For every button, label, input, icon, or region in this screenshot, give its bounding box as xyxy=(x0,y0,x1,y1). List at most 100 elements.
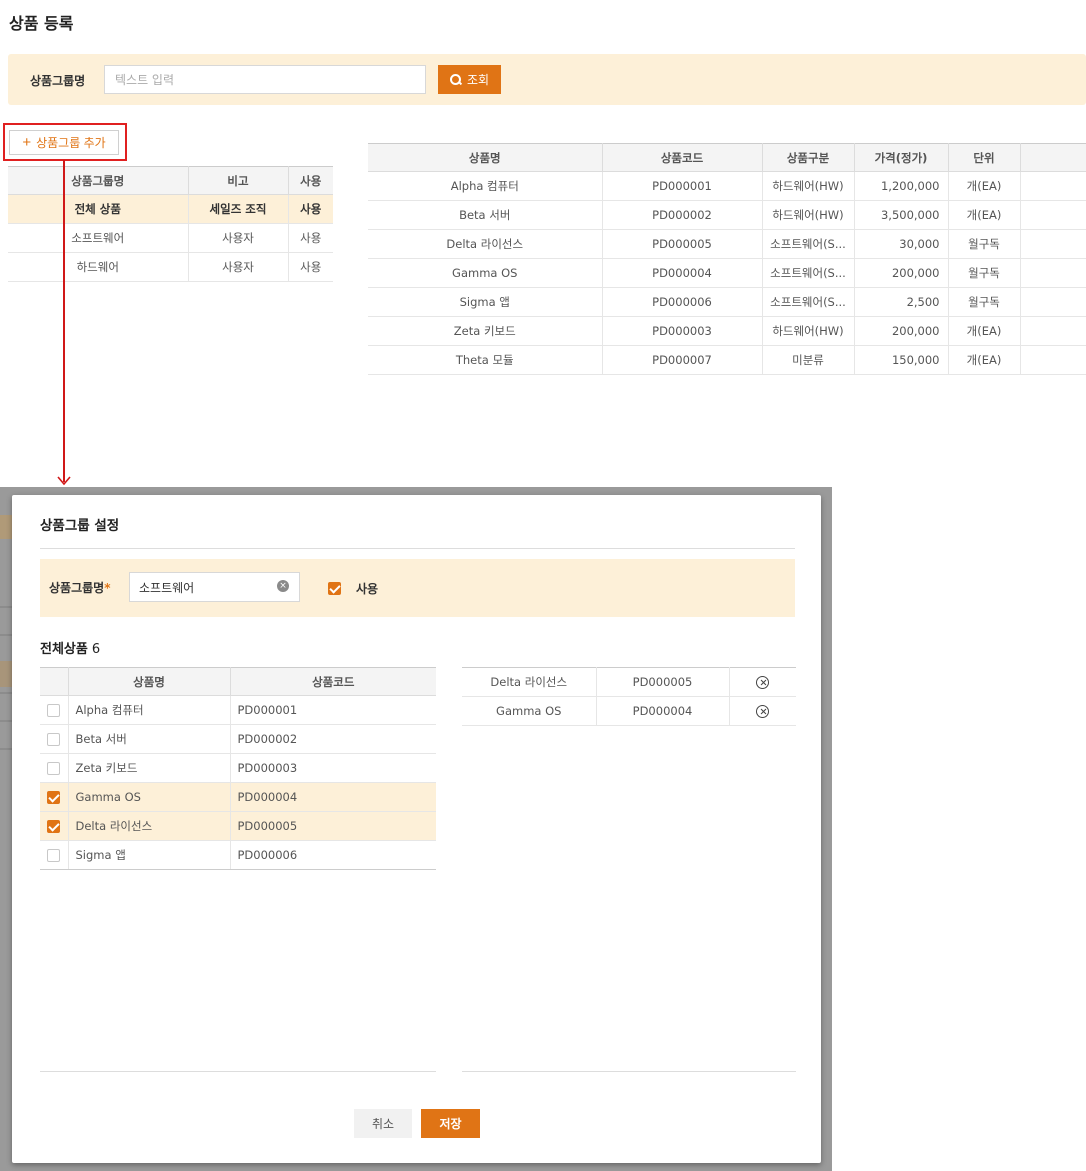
remove-circle-icon[interactable] xyxy=(756,676,770,689)
product-table: 상품명 상품코드 상품구분 가격(정가) 단위 Alpha 컴퓨터 PD0000… xyxy=(368,143,1086,375)
group-name-label-text: 상품그룹명 xyxy=(49,581,105,595)
search-button-label: 조회 xyxy=(466,73,490,87)
product-row[interactable]: Delta 라이선스 PD000005 소프트웨어(S... 30,000 월구… xyxy=(368,229,1086,259)
product-name: Beta 서버 xyxy=(368,200,603,230)
row-checkbox[interactable] xyxy=(47,849,61,862)
group-name-input[interactable] xyxy=(129,572,300,602)
product-price: 2,500 xyxy=(854,287,949,317)
modal-product-list: 상품명 상품코드 Alpha 컴퓨터 PD000001 Beta 서버 PD00… xyxy=(40,667,436,870)
product-row[interactable]: Alpha 컴퓨터 PD000001 하드웨어(HW) 1,200,000 개(… xyxy=(368,171,1086,201)
search-button[interactable]: 조회 xyxy=(438,65,501,94)
product-row[interactable]: Theta 모듈 PD000007 미분류 150,000 개(EA) xyxy=(368,345,1086,375)
product-name: Theta 모듈 xyxy=(368,345,603,375)
modal-list-row[interactable]: Alpha 컴퓨터 PD000001 xyxy=(40,695,436,725)
backdrop-underlay xyxy=(0,515,12,750)
group-name: 소프트웨어 xyxy=(8,223,189,253)
product-row[interactable]: Zeta 키보드 PD000003 하드웨어(HW) 200,000 개(EA) xyxy=(368,316,1086,346)
selected-name: Gamma OS xyxy=(462,696,597,726)
modal-list-name: Sigma 앱 xyxy=(68,840,231,870)
product-col-name[interactable]: 상품명 xyxy=(368,143,603,172)
row-checkbox[interactable] xyxy=(47,762,61,775)
row-checkbox[interactable] xyxy=(47,791,61,804)
modal-list-row[interactable]: Gamma OS PD000004 xyxy=(40,782,436,812)
product-price: 200,000 xyxy=(854,258,949,288)
group-use: 사용 xyxy=(288,223,333,253)
row-checkbox[interactable] xyxy=(47,733,61,746)
selected-name: Delta 라이선스 xyxy=(462,667,597,697)
product-extra xyxy=(1020,258,1086,288)
product-unit: 개(EA) xyxy=(948,345,1021,375)
group-name-label: 상품그룹명* xyxy=(49,579,110,596)
search-icon xyxy=(449,74,461,85)
plus-icon: + xyxy=(22,134,32,151)
product-unit: 월구독 xyxy=(948,287,1021,317)
product-price: 30,000 xyxy=(854,229,949,259)
group-col-use[interactable]: 사용 xyxy=(288,166,333,195)
modal-title-divider xyxy=(40,548,795,549)
annotation-arrow-line xyxy=(63,160,65,482)
product-col-price[interactable]: 가격(정가) xyxy=(854,143,949,172)
modal-list-code: PD000001 xyxy=(230,695,436,725)
product-extra xyxy=(1020,171,1086,201)
selected-bottom-divider xyxy=(462,1071,796,1072)
group-name: 하드웨어 xyxy=(8,252,189,282)
product-row[interactable]: Gamma OS PD000004 소프트웨어(S... 200,000 월구독 xyxy=(368,258,1086,288)
product-col-unit[interactable]: 단위 xyxy=(948,143,1021,172)
group-col-note[interactable]: 비고 xyxy=(188,166,289,195)
product-name: Alpha 컴퓨터 xyxy=(368,171,603,201)
group-note: 사용자 xyxy=(188,223,289,253)
product-type: 하드웨어(HW) xyxy=(762,171,855,201)
modal-list-code: PD000006 xyxy=(230,840,436,870)
group-row[interactable]: 하드웨어 사용자 사용 xyxy=(8,252,333,282)
modal-list-code: PD000005 xyxy=(230,811,436,841)
use-checkbox[interactable] xyxy=(328,582,341,595)
modal-list-code: PD000003 xyxy=(230,753,436,783)
arrow-down-icon xyxy=(57,476,71,486)
modal-list-row[interactable]: Delta 라이선스 PD000005 xyxy=(40,811,436,841)
product-extra xyxy=(1020,316,1086,346)
selected-product-list: Delta 라이선스 PD000005 Gamma OS PD000004 xyxy=(462,667,796,726)
add-group-button[interactable]: + 상품그룹 추가 xyxy=(9,130,119,155)
product-name: Delta 라이선스 xyxy=(368,229,603,259)
group-row[interactable]: 소프트웨어 사용자 사용 xyxy=(8,223,333,253)
product-type: 미분류 xyxy=(762,345,855,375)
search-label: 상품그룹명 xyxy=(30,74,86,88)
product-col-type[interactable]: 상품구분 xyxy=(762,143,855,172)
modal-list-col-code[interactable]: 상품코드 xyxy=(230,667,436,696)
product-unit: 개(EA) xyxy=(948,200,1021,230)
remove-circle-icon[interactable] xyxy=(756,705,770,718)
modal-list-code: PD000004 xyxy=(230,782,436,812)
product-unit: 개(EA) xyxy=(948,316,1021,346)
modal-list-col-name[interactable]: 상품명 xyxy=(68,667,231,696)
product-col-code[interactable]: 상품코드 xyxy=(602,143,763,172)
selected-code: PD000005 xyxy=(596,667,730,697)
product-code: PD000002 xyxy=(602,200,763,230)
row-checkbox[interactable] xyxy=(47,704,61,717)
group-use: 사용 xyxy=(288,194,333,224)
product-extra xyxy=(1020,229,1086,259)
product-col-extra xyxy=(1020,143,1086,172)
cancel-button[interactable]: 취소 xyxy=(354,1109,412,1138)
modal-list-row[interactable]: Zeta 키보드 PD000003 xyxy=(40,753,436,783)
clear-input-icon[interactable]: × xyxy=(277,580,289,592)
product-row[interactable]: Beta 서버 PD000002 하드웨어(HW) 3,500,000 개(EA… xyxy=(368,200,1086,230)
group-note: 세일즈 조직 xyxy=(188,194,289,224)
product-unit: 월구독 xyxy=(948,258,1021,288)
product-row[interactable]: Sigma 앱 PD000006 소프트웨어(S... 2,500 월구독 xyxy=(368,287,1086,317)
selected-row: Gamma OS PD000004 xyxy=(462,696,796,726)
product-extra xyxy=(1020,200,1086,230)
modal-list-row[interactable]: Sigma 앱 PD000006 xyxy=(40,840,436,870)
row-checkbox[interactable] xyxy=(47,820,61,833)
product-code: PD000006 xyxy=(602,287,763,317)
modal-list-row[interactable]: Beta 서버 PD000002 xyxy=(40,724,436,754)
selected-code: PD000004 xyxy=(596,696,730,726)
modal-list-col-select xyxy=(40,667,69,696)
save-button[interactable]: 저장 xyxy=(421,1109,480,1138)
modal-list-name: Beta 서버 xyxy=(68,724,231,754)
group-col-name[interactable]: 상품그룹명 xyxy=(8,166,189,195)
add-group-button-label: 상품그룹 추가 xyxy=(36,136,106,150)
modal-list-name: Delta 라이선스 xyxy=(68,811,231,841)
product-name: Gamma OS xyxy=(368,258,603,288)
group-row[interactable]: 전체 상품 세일즈 조직 사용 xyxy=(8,194,333,224)
search-input[interactable] xyxy=(104,65,426,94)
